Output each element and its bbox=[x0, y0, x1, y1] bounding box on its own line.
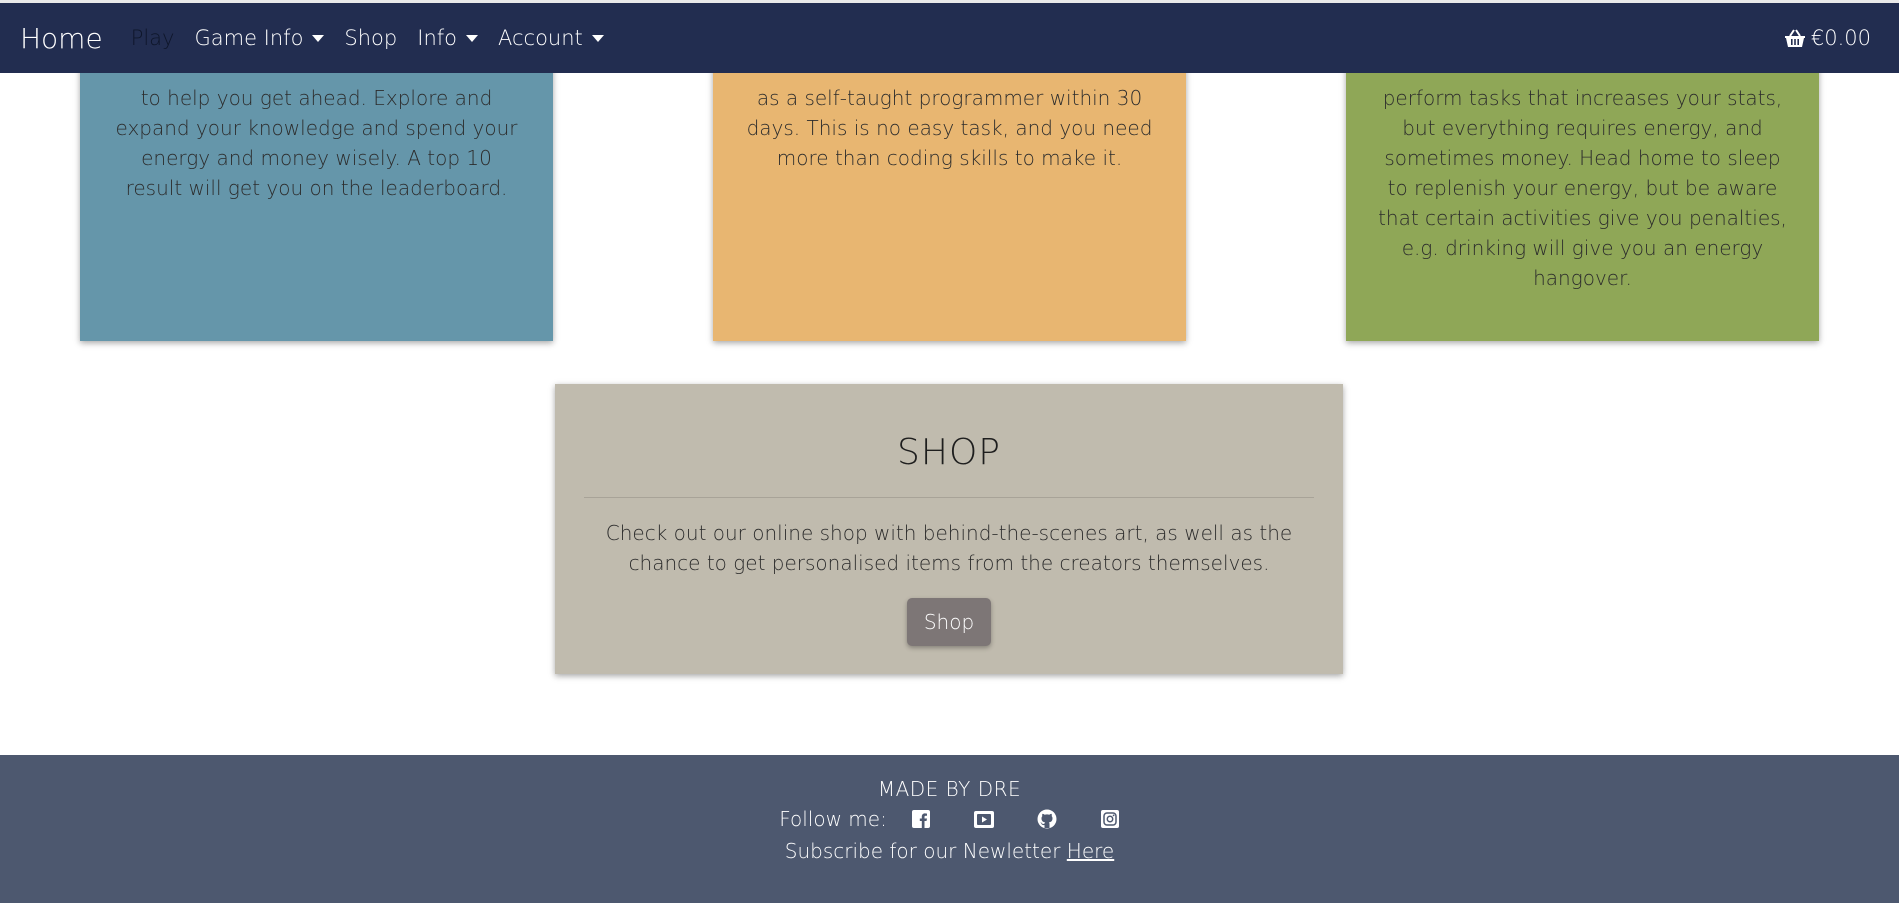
github-icon[interactable] bbox=[1037, 809, 1057, 829]
follow-label: Follow me: bbox=[779, 807, 887, 831]
nav-item-shop-label: Shop bbox=[344, 26, 398, 50]
nav-item-shop[interactable]: Shop bbox=[344, 26, 397, 50]
shop-divider bbox=[584, 497, 1314, 498]
nav-item-info[interactable]: Info bbox=[417, 26, 478, 50]
footer: MADE BY DRE Follow me: Subscribe for our… bbox=[0, 755, 1899, 903]
nav-item-game-info[interactable]: Game Info bbox=[194, 26, 325, 50]
nav-item-account-label: Account bbox=[498, 26, 583, 50]
nav-item-play-label: Play bbox=[130, 26, 175, 50]
follow-row: Follow me: bbox=[0, 807, 1899, 831]
nav-item-info-label: Info bbox=[417, 26, 457, 50]
brand-home-link[interactable]: Home bbox=[20, 22, 103, 55]
info-card-green: perform tasks that increases your stats,… bbox=[1346, 40, 1819, 341]
subscribe-link[interactable]: Here bbox=[1067, 839, 1114, 863]
nav-item-account[interactable]: Account bbox=[498, 26, 604, 50]
instagram-icon[interactable] bbox=[1100, 809, 1120, 829]
info-card-orange: as a self-taught programmer within 30 da… bbox=[713, 40, 1186, 341]
nav-item-play[interactable]: Play bbox=[131, 26, 175, 50]
facebook-icon[interactable] bbox=[911, 809, 931, 829]
cart-total: €0.00 bbox=[1810, 26, 1871, 50]
caret-down-icon bbox=[466, 34, 478, 42]
info-card-blue: to help you get ahead. Explore and expan… bbox=[80, 40, 553, 341]
nav-item-game-info-label: Game Info bbox=[194, 26, 304, 50]
basket-icon bbox=[1784, 28, 1805, 47]
cart-link[interactable]: €0.00 bbox=[1784, 26, 1871, 50]
info-card-green-text: perform tasks that increases your stats,… bbox=[1378, 86, 1787, 290]
caret-down-icon bbox=[591, 34, 604, 42]
shop-title: SHOP bbox=[897, 432, 1001, 473]
subscribe-row: Subscribe for our Newletter Here bbox=[0, 839, 1899, 863]
shop-card: SHOP Check out our online shop with behi… bbox=[555, 384, 1343, 674]
navbar: Home Play Game Info Shop Info Account €0… bbox=[0, 3, 1899, 73]
shop-description: Check out our online shop with behind-th… bbox=[605, 521, 1293, 575]
subscribe-text: Subscribe for our Newletter bbox=[784, 839, 1061, 863]
made-by-text: MADE BY DRE bbox=[877, 777, 1022, 801]
shop-button[interactable]: Shop bbox=[906, 598, 992, 646]
youtube-icon[interactable] bbox=[973, 809, 994, 829]
caret-down-icon bbox=[312, 34, 325, 42]
